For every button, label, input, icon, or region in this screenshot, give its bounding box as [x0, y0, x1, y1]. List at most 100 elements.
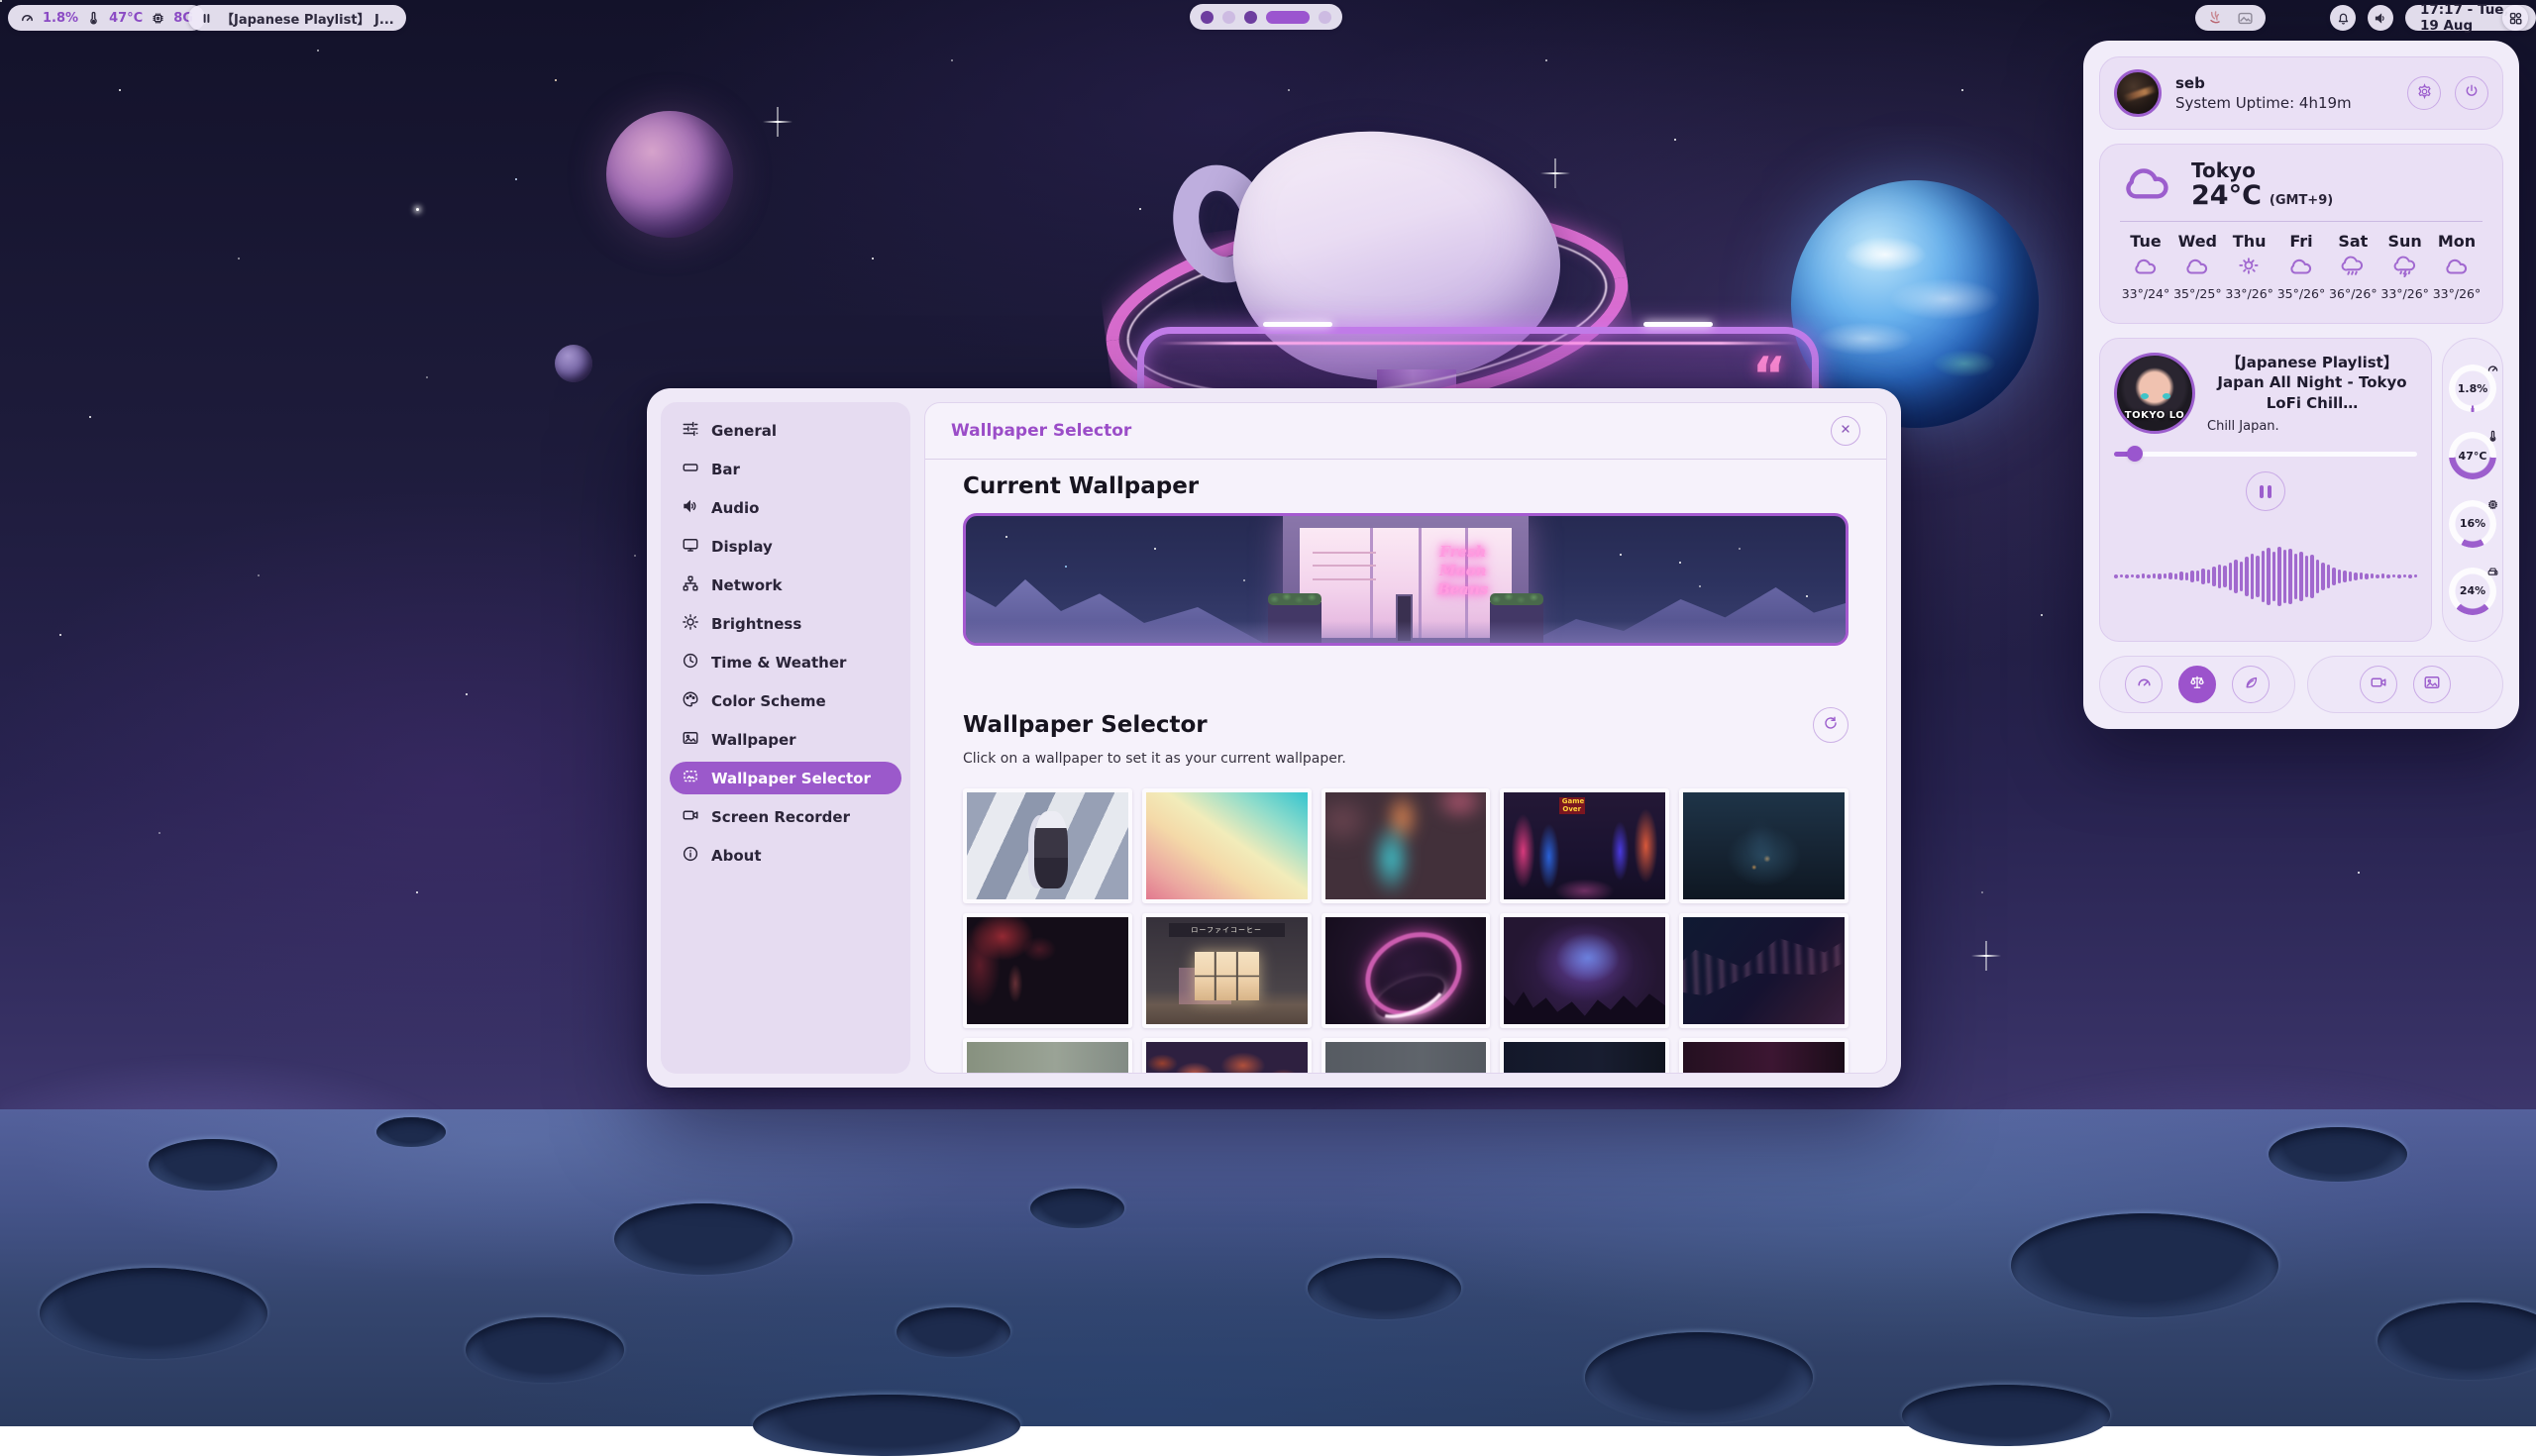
- media-player-pill[interactable]: 【Japanese Playlist】 J...: [188, 5, 406, 31]
- sidebar-item-about[interactable]: About: [670, 839, 901, 872]
- speedometer-icon: [2486, 361, 2499, 379]
- sidebar-item-general[interactable]: General: [670, 414, 901, 447]
- media-progress-slider[interactable]: [2114, 446, 2417, 462]
- selector-heading: Wallpaper Selector: [963, 712, 1208, 738]
- sidebar-label: Screen Recorder: [711, 808, 850, 826]
- wallpaper-thumbnail-dark-blue-village[interactable]: [1679, 788, 1849, 903]
- wallpaper-thumbnail-blurred-neon-abstract[interactable]: [1321, 788, 1491, 903]
- forecast-day: Tue 33°/24°: [2120, 232, 2171, 301]
- power-profile-group: [2099, 656, 2295, 713]
- sidebar-item-wallpaper[interactable]: Wallpaper: [670, 723, 901, 756]
- temperature: 47°C: [109, 11, 143, 26]
- cloud-icon: [2444, 256, 2470, 281]
- forecast-day: Sat 36°/26°: [2327, 232, 2378, 301]
- dashboard-launcher-button[interactable]: [2502, 5, 2528, 31]
- sidebar-label: Audio: [711, 499, 759, 517]
- pause-button[interactable]: [2246, 471, 2285, 511]
- sidebar-item-audio[interactable]: Audio: [670, 491, 901, 524]
- user-card: seb System Uptime: 4h19m: [2099, 56, 2503, 130]
- audio-icon: [682, 497, 699, 519]
- memory-gauge: 16%: [2449, 500, 2496, 548]
- sidebar-item-time-weather[interactable]: Time & Weather: [670, 646, 901, 678]
- preview-stars: [1005, 536, 1007, 538]
- workspace-active-pill[interactable]: [1266, 11, 1310, 24]
- refresh-button[interactable]: [1813, 707, 1849, 743]
- speedometer-icon: [2136, 675, 2153, 695]
- wallpaper-shortcut-button[interactable]: [2413, 666, 2451, 703]
- wallpaper-thumbnail-cyberpunk-arcade[interactable]: Game Over: [1500, 788, 1669, 903]
- avatar: [2114, 69, 2162, 117]
- refresh-icon: [1823, 715, 1839, 735]
- current-wallpaper-heading: Current Wallpaper: [963, 473, 1849, 499]
- album-art: TOKYO LO: [2114, 353, 2195, 434]
- workspace-indicator: [1190, 4, 1342, 30]
- wallpaper-thumbnail-dark-maroon[interactable]: [1679, 1038, 1849, 1074]
- workspace-dot-occupied[interactable]: [1244, 11, 1257, 24]
- system-stats-pill[interactable]: 1.8% 47°C 8G: [8, 5, 205, 31]
- wallpaper-thumbnail-grey-gradient[interactable]: [1321, 1038, 1491, 1074]
- cpu-usage: 1.8%: [43, 11, 78, 26]
- sidebar-item-screen-recorder[interactable]: Screen Recorder: [670, 800, 901, 833]
- wallpaper-thumbnail-dark-navy[interactable]: [1500, 1038, 1669, 1074]
- content-scroll-area[interactable]: Current Wallpaper Fresh Moon Beans: [925, 460, 1886, 1074]
- info-icon: [682, 845, 699, 867]
- audio-waveform: [2114, 521, 2417, 631]
- power-saver-profile-button[interactable]: [2232, 666, 2270, 703]
- neon-dash: [1643, 322, 1713, 327]
- settings-gear-button[interactable]: [2407, 76, 2441, 110]
- wallpaper-thumbnail-anime-girl-crosswalk[interactable]: [963, 788, 1132, 903]
- performance-profile-button[interactable]: [2125, 666, 2163, 703]
- claw-app-icon[interactable]: [2207, 10, 2223, 26]
- forecast-day: Wed 35°/25°: [2171, 232, 2223, 301]
- control-panel: seb System Uptime: 4h19m Tokyo 24°C (GMT…: [2083, 41, 2519, 729]
- sidebar-item-brightness[interactable]: Brightness: [670, 607, 901, 640]
- sidebar-item-display[interactable]: Display: [670, 530, 901, 563]
- user-name: seb: [2175, 74, 2393, 92]
- settings-content: Wallpaper Selector Current Wallpaper Fre…: [924, 402, 1887, 1074]
- scales-icon: [2188, 674, 2206, 695]
- notifications-bell-button[interactable]: [2330, 5, 2356, 31]
- image-icon: [682, 729, 699, 751]
- close-icon: [1840, 423, 1851, 439]
- media-title: 【Japanese Playlist】 Japan All Night - To…: [2207, 353, 2417, 413]
- power-button[interactable]: [2455, 76, 2488, 110]
- cpu-gauge: 1.8%: [2449, 364, 2496, 412]
- screen-recorder-button[interactable]: [2360, 666, 2397, 703]
- slider-thumb[interactable]: [2127, 446, 2143, 462]
- screen-recorder-icon: [682, 806, 699, 828]
- workspace-dot-empty[interactable]: [1319, 11, 1331, 24]
- moon-surface: [0, 1109, 2536, 1426]
- wallpaper-thumbnail-pink-ring-portal[interactable]: [1321, 913, 1491, 1028]
- wallpaper-thumbnail-lofi-coffee-shop[interactable]: ローファイコーヒー: [1142, 913, 1312, 1028]
- cloud-icon: [2120, 160, 2175, 208]
- star-glint: [763, 107, 792, 137]
- media-pill-title: 【Japanese Playlist】 J...: [221, 9, 394, 28]
- shortcuts-group: [2307, 656, 2503, 713]
- wallpaper-thumbnail-autumn-purple-trees[interactable]: [1142, 1038, 1312, 1074]
- close-button[interactable]: [1831, 416, 1860, 446]
- sidebar-item-wallpaper-selector[interactable]: Wallpaper Selector: [670, 762, 901, 794]
- wallpaper-thumbnail-crimson-forest[interactable]: [963, 913, 1132, 1028]
- sidebar-item-network[interactable]: Network: [670, 569, 901, 601]
- sidebar-label: Time & Weather: [711, 654, 846, 672]
- top-bar: 1.8% 47°C 8G 【Japanese Playlist】 J... 17…: [0, 0, 2536, 36]
- wallpaper-thumbnail-pink-mesh-wave[interactable]: [1679, 913, 1849, 1028]
- wallpaper-thumbnail-purple-nebula-forest[interactable]: [1500, 913, 1669, 1028]
- sidebar-item-color-scheme[interactable]: Color Scheme: [670, 684, 901, 717]
- screenshot-image-icon[interactable]: [2237, 10, 2254, 27]
- star-glint: [1971, 941, 2001, 971]
- sidebar-item-bar[interactable]: Bar: [670, 453, 901, 485]
- weather-card: Tokyo 24°C (GMT+9) Tue 33°/24° Wed 35°/2…: [2099, 144, 2503, 324]
- workspace-dot-empty[interactable]: [1222, 11, 1235, 24]
- volume-button[interactable]: [2368, 5, 2393, 31]
- balanced-profile-button[interactable]: [2178, 666, 2216, 703]
- sidebar-label: Wallpaper: [711, 731, 796, 749]
- workspace-dot-occupied[interactable]: [1201, 11, 1214, 24]
- gear-icon: [2416, 83, 2433, 104]
- weather-forecast: Tue 33°/24° Wed 35°/25° Thu 33°/26° Fri …: [2120, 232, 2483, 301]
- wallpaper-thumbnail-pastel-gradient[interactable]: [1142, 788, 1312, 903]
- wallpaper-thumbnail-grey-green-landscape[interactable]: [963, 1038, 1132, 1074]
- system-uptime: System Uptime: 4h19m: [2175, 94, 2393, 112]
- disk-icon: [2486, 564, 2499, 582]
- coffee-sign-text: ローファイコーヒー: [1169, 923, 1285, 937]
